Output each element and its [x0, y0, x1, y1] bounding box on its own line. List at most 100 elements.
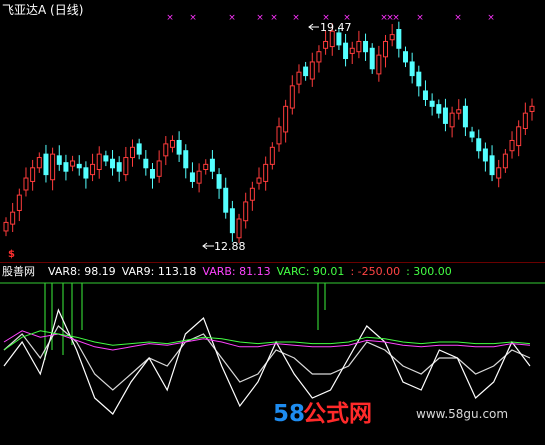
candle-body: [16, 194, 22, 211]
indicator-line-varb: [3, 330, 531, 351]
candle-body: [429, 100, 435, 107]
candle-body: [43, 153, 49, 176]
candle-body: [203, 163, 209, 170]
chart-title: 飞亚达A (日线): [2, 3, 83, 17]
candle-body: [269, 146, 275, 165]
candle-body: [30, 167, 36, 182]
candle-body: [229, 208, 235, 234]
candle-body: [489, 155, 495, 176]
candle-body: [183, 150, 189, 169]
buy-signal-icon: $: [8, 249, 15, 260]
candle-body: [509, 139, 515, 152]
candle-body: [336, 32, 342, 46]
candle-body: [136, 143, 142, 155]
candle-body: [110, 158, 116, 169]
candle-body: [449, 112, 455, 128]
candle-body: [356, 40, 362, 53]
candle-body: [176, 139, 182, 155]
candle-body: [3, 221, 9, 232]
indicator-lines: [3, 308, 531, 415]
candle-body: [476, 138, 482, 152]
candle-body: [96, 153, 102, 170]
candle-body: [522, 112, 528, 130]
candle-body: [456, 109, 462, 114]
candle-body: [196, 170, 202, 184]
signal-marker-icon: ×: [270, 13, 278, 23]
stock-chart[interactable]: × × × × × × × × ××× × × × 飞亚达A (日线) 19.47 12.88 $ 股…: [0, 0, 545, 445]
candle-body: [263, 163, 269, 182]
candle-body: [529, 105, 535, 112]
candle-body: [296, 71, 302, 85]
indicator-name: 股善网: [2, 264, 35, 278]
signal-marker-icon: ×: [228, 13, 236, 23]
candle-body: [116, 162, 122, 172]
candle-body: [56, 155, 62, 165]
signal-marker-icon: ×: [166, 13, 174, 23]
candle-body: [50, 153, 56, 181]
candle-body: [209, 158, 215, 172]
candle-body: [389, 34, 395, 41]
candle-body: [422, 90, 428, 101]
candle-body: [36, 157, 42, 169]
indicator-panel[interactable]: [0, 282, 545, 415]
candle-body: [309, 61, 315, 80]
candle-body: [163, 143, 169, 157]
candle-body: [402, 51, 408, 63]
candle-body: [416, 71, 422, 87]
candle-body: [243, 201, 249, 222]
indicator-readout: VARC: 90.01: [277, 265, 345, 278]
candle-body: [442, 107, 448, 124]
candle-body: [376, 54, 382, 75]
candle-body: [289, 85, 295, 109]
candle-body: [462, 105, 468, 128]
signal-marker-icon: ×: [487, 13, 495, 23]
candle-body: [149, 168, 155, 179]
candle-body: [409, 61, 415, 77]
candle-body: [502, 153, 508, 169]
candle-body: [516, 126, 522, 147]
watermark-url: www.58gu.com: [416, 407, 508, 421]
watermark-name: 公式网: [303, 401, 372, 427]
low-price-label: 12.88: [214, 240, 246, 253]
candle-body: [276, 126, 282, 145]
signal-marker-icon: ×: [256, 13, 264, 23]
candle-body: [70, 160, 76, 167]
indicator-readouts: VAR8: 98.19 VAR9: 113.18 VARB: 81.13 VARC: …: [48, 265, 452, 278]
signal-marker-icon: ×: [189, 13, 197, 23]
candle-body: [496, 167, 502, 179]
candle-body: [169, 139, 175, 148]
candle-body: [223, 187, 229, 213]
indicator-spikes: [44, 283, 326, 360]
candle-body: [83, 167, 89, 179]
candle-body: [143, 158, 149, 169]
candle-body: [283, 105, 289, 133]
candle-body: [349, 47, 355, 54]
candle-body: [90, 163, 96, 176]
candle-body: [303, 66, 309, 77]
indicator-readout: : -250.00: [350, 265, 400, 278]
indicator-header: 股善网 VAR8: 98.19 VAR9: 113.18 VARB: 81.13 VA…: [2, 264, 452, 278]
indicator-readout: : 300.00: [406, 265, 452, 278]
candle-body: [249, 187, 255, 201]
candle-body: [23, 177, 29, 191]
candle-body: [103, 155, 109, 162]
candle-body: [383, 40, 389, 58]
indicator-line-varc: [3, 330, 531, 351]
signal-marker-icon: ×: [416, 13, 424, 23]
indicator-readout: VAR9: 113.18: [122, 265, 197, 278]
candle-body: [216, 174, 222, 189]
candle-body: [369, 47, 375, 70]
candle-body: [323, 40, 329, 49]
candle-body: [189, 172, 195, 182]
candle-body: [123, 157, 129, 176]
high-price-label: 19.47: [320, 21, 352, 34]
candle-body: [469, 131, 475, 138]
candle-body: [236, 218, 242, 239]
signal-marker-icon: ×: [392, 13, 400, 23]
candle-body: [343, 42, 349, 60]
candle-body: [10, 211, 16, 225]
watermark-number: 58: [273, 401, 305, 427]
candle-body: [363, 40, 369, 53]
signal-marker-icon: ×: [292, 13, 300, 23]
price-panel[interactable]: × × × × × × × × ××× × × × 飞亚达A (日线) 19.47 12.88 $: [2, 3, 535, 260]
